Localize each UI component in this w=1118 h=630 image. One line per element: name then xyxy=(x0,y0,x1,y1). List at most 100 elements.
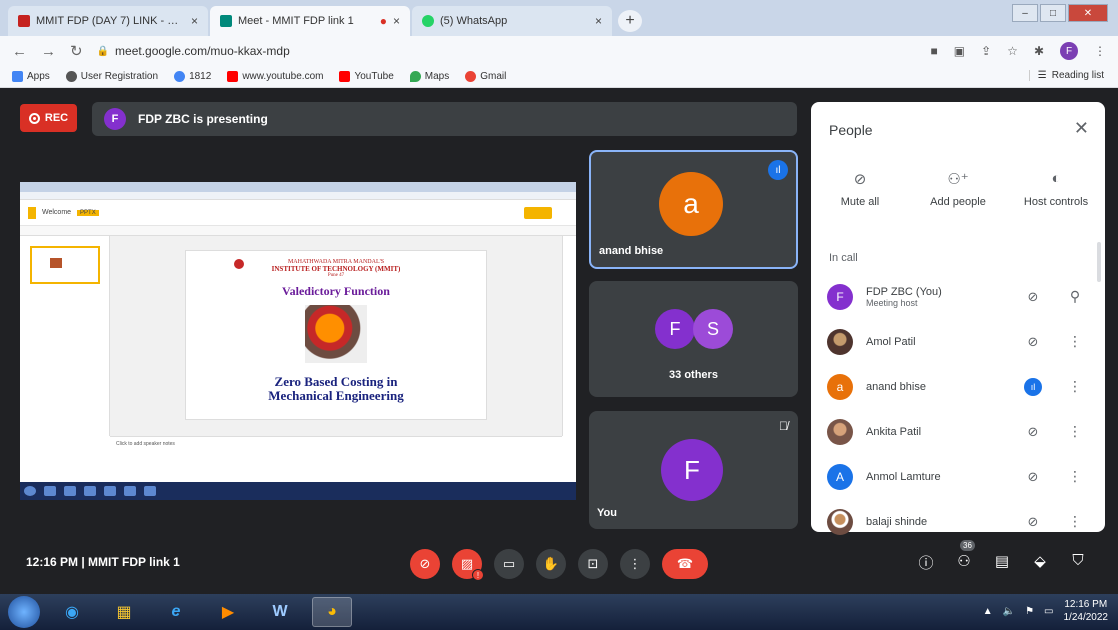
speaking-indicator-icon: ıl xyxy=(768,160,788,180)
participant-tile-you[interactable]: F 🎙̸ You xyxy=(589,411,798,529)
list-item[interactable]: F FDP ZBC (You) Meeting host ⊘ ⚲ xyxy=(811,274,1105,319)
bookmark-gmail[interactable]: Gmail xyxy=(465,71,506,82)
google-icon xyxy=(174,71,186,82)
slides-side-panel xyxy=(562,236,576,436)
more-options-icon[interactable]: ⋮ xyxy=(1065,333,1085,350)
url-text: meet.google.com/muo-kkax-mdp xyxy=(115,44,290,58)
star-icon[interactable]: ☆ xyxy=(1007,44,1018,58)
taskbar-edge[interactable]: ◉ xyxy=(52,597,92,627)
more-options-icon[interactable]: ⋮ xyxy=(1065,423,1085,440)
bouquet-image xyxy=(305,305,367,363)
list-item[interactable]: A Anmol Lamture ⊘ ⋮ xyxy=(811,454,1105,499)
share-icon[interactable]: ⇪ xyxy=(981,44,991,58)
participant-tile-anand[interactable]: a ıl anand bhise xyxy=(589,150,798,269)
taskbar-explorer[interactable]: ▦ xyxy=(104,597,144,627)
bookmark-apps[interactable]: Apps xyxy=(12,71,50,82)
start-icon xyxy=(24,486,36,496)
tray-arrow-icon[interactable]: ▲ xyxy=(983,606,993,617)
role-text: Meeting host xyxy=(866,297,918,308)
minimize-button[interactable]: – xyxy=(1012,4,1038,22)
taskbar-ie[interactable]: e xyxy=(156,597,196,627)
slide-thumbnails xyxy=(20,236,110,436)
taskbar-media[interactable]: ▶ xyxy=(208,597,248,627)
slide-heading: Valedictory Function xyxy=(282,284,390,298)
raise-hand-button[interactable]: ✋ xyxy=(536,549,566,579)
present-button[interactable]: ⊡ xyxy=(578,549,608,579)
captions-button[interactable]: ▭ xyxy=(494,549,524,579)
list-item[interactable]: balaji shinde ⊘ ⋮ xyxy=(811,499,1105,544)
profile-avatar[interactable]: F xyxy=(1060,42,1078,60)
clock[interactable]: 12:16 PM 1/24/2022 xyxy=(1064,598,1109,624)
back-icon[interactable]: ← xyxy=(12,43,27,60)
reload-icon[interactable]: ↻ xyxy=(70,42,83,60)
pin-icon[interactable]: ⚲ xyxy=(1065,288,1085,305)
activities-icon: ⬙ xyxy=(1034,553,1046,570)
window-close-button[interactable]: ✕ xyxy=(1068,4,1108,22)
extensions-icon[interactable]: ✱ xyxy=(1034,44,1044,58)
participant-name: Ankita Patil xyxy=(866,425,922,438)
close-icon[interactable]: ✕ xyxy=(1074,118,1089,139)
mic-off-icon: ⊘ xyxy=(853,171,867,188)
menu-icon[interactable]: ⋮ xyxy=(1094,44,1106,58)
more-options-button[interactable]: ⋮ xyxy=(620,549,650,579)
tab-whatsapp[interactable]: (5) WhatsApp × xyxy=(412,6,612,36)
network-icon[interactable]: ▭ xyxy=(1044,606,1053,617)
slides-doc-header: Welcome PPTX xyxy=(20,200,576,226)
mic-off-icon: ⊘ xyxy=(1027,333,1039,349)
people-button[interactable]: 36 ⚇ xyxy=(953,540,975,573)
activities-button[interactable]: ⬙ xyxy=(1029,552,1051,573)
bookmark-label: User Registration xyxy=(80,71,159,82)
slide-title-line: Mechanical Engineering xyxy=(268,388,404,403)
taskbar-chrome[interactable]: ◕ xyxy=(312,597,352,627)
tile-name: anand bhise xyxy=(599,245,664,257)
leave-call-button[interactable]: ☎ xyxy=(662,549,708,579)
doc-title: Welcome xyxy=(42,209,72,216)
close-icon[interactable]: × xyxy=(595,14,602,28)
mute-all-button[interactable]: ⊘ Mute all xyxy=(815,170,905,208)
more-options-icon[interactable]: ⋮ xyxy=(1065,468,1085,485)
tab-mmit-fdp[interactable]: MMIT FDP (DAY 7) LINK - mmit_ × xyxy=(8,6,208,36)
start-button[interactable] xyxy=(8,596,40,628)
avatar xyxy=(827,418,853,445)
list-item[interactable]: Ankita Patil ⊘ ⋮ xyxy=(811,409,1105,454)
translate-icon[interactable]: ▣ xyxy=(954,44,965,58)
participant-name: balaji shinde xyxy=(866,515,928,528)
microphone-toggle-button[interactable]: ⊘ xyxy=(410,549,440,579)
meeting-details-button[interactable]: ⓘ xyxy=(915,552,937,573)
new-tab-button[interactable]: + xyxy=(618,10,642,32)
globe-icon xyxy=(65,71,77,82)
avatar: F xyxy=(655,309,695,349)
list-item[interactable]: a anand bhise ıl ⋮ xyxy=(811,364,1105,409)
more-options-icon[interactable]: ⋮ xyxy=(1065,378,1085,395)
host-safety-button[interactable]: ⛉ xyxy=(1067,552,1089,573)
slides-logo-icon xyxy=(28,206,36,219)
tab-meet[interactable]: Meet - MMIT FDP link 1 ● × xyxy=(210,6,410,36)
reading-list-label: Reading list xyxy=(1051,70,1104,81)
bookmark-youtube-com[interactable]: www.youtube.com xyxy=(227,71,323,82)
maximize-button[interactable]: □ xyxy=(1040,4,1066,22)
meeting-info: 12:16 PM | MMIT FDP link 1 xyxy=(26,555,180,569)
camera-toggle-button[interactable]: ▨! xyxy=(452,549,484,581)
close-icon[interactable]: × xyxy=(191,14,198,28)
shared-address-bar xyxy=(20,192,576,200)
bookmark-user-registration[interactable]: User Registration xyxy=(65,71,159,82)
camera-icon[interactable]: ■ xyxy=(931,44,938,58)
bookmark-youtube[interactable]: YouTube xyxy=(339,71,394,82)
captions-icon: ▭ xyxy=(502,556,516,571)
forward-icon[interactable]: → xyxy=(41,43,56,60)
bookmark-1812[interactable]: 1812 xyxy=(174,71,211,82)
close-icon[interactable]: × xyxy=(393,14,400,28)
more-options-icon[interactable]: ⋮ xyxy=(1065,513,1085,530)
add-people-button[interactable]: ⚇⁺ Add people xyxy=(913,170,1003,208)
apps-grid-icon xyxy=(12,71,23,82)
flag-icon[interactable]: ⚑ xyxy=(1025,606,1034,617)
bookmark-maps[interactable]: Maps xyxy=(409,71,449,82)
participant-tile-others[interactable]: F S 33 others xyxy=(589,281,798,397)
reading-list-button[interactable]: ☰ Reading list xyxy=(1028,70,1104,81)
list-item[interactable]: Amol Patil ⊘ ⋮ xyxy=(811,319,1105,364)
url-field[interactable]: 🔒 meet.google.com/muo-kkax-mdp xyxy=(97,44,917,58)
host-controls-button[interactable]: ◐ Host controls xyxy=(1011,170,1101,208)
chat-button[interactable]: ▤ xyxy=(991,552,1013,573)
taskbar-word[interactable]: W xyxy=(260,597,300,627)
volume-icon[interactable]: 🔈 xyxy=(1003,606,1015,617)
